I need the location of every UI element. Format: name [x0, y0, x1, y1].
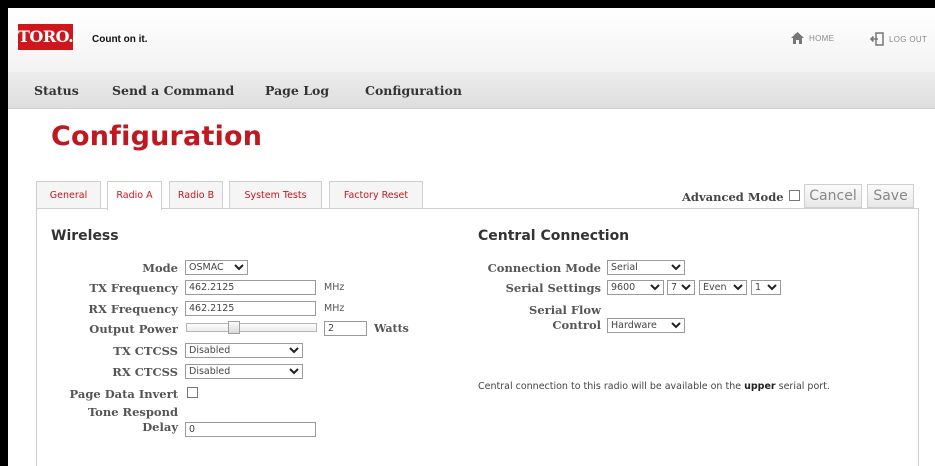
- tab-system-tests[interactable]: System Tests: [229, 181, 322, 208]
- output-power-input[interactable]: 2: [324, 321, 367, 336]
- rx-frequency-label: RX Frequency: [88, 302, 178, 316]
- mode-select-value: OSMAC: [189, 262, 224, 273]
- tab-radio-a[interactable]: Radio A: [107, 181, 162, 210]
- connection-mode-select[interactable]: Serial: [607, 260, 685, 275]
- chevron-down-icon: [289, 368, 299, 375]
- rx-ctcss-select[interactable]: Disabled: [185, 364, 303, 379]
- main-nav: Status Send a Command Page Log Configura…: [8, 72, 935, 109]
- note-text-prefix: Central connection to this radio will be…: [478, 381, 745, 392]
- tx-frequency-label: TX Frequency: [89, 281, 178, 295]
- stop-bits-select[interactable]: 1: [751, 280, 781, 295]
- save-button[interactable]: Save: [867, 184, 914, 208]
- output-power-label: Output Power: [89, 322, 178, 336]
- logout-link[interactable]: LOG OUT: [870, 32, 927, 46]
- tx-frequency-unit: MHz: [324, 282, 345, 293]
- output-power-slider-handle[interactable]: [227, 321, 240, 334]
- tab-factory-reset[interactable]: Factory Reset: [329, 181, 423, 208]
- parity-value: Even: [703, 282, 727, 293]
- serial-port-note: Central connection to this radio will be…: [478, 381, 830, 392]
- rx-ctcss-value: Disabled: [189, 366, 231, 377]
- chevron-down-icon: [767, 284, 777, 291]
- home-link[interactable]: HOME: [791, 32, 834, 44]
- output-power-slider[interactable]: [186, 323, 317, 332]
- data-bits-select[interactable]: 7: [667, 280, 695, 295]
- data-bits-value: 7: [671, 282, 678, 293]
- logout-icon: [870, 32, 884, 46]
- logout-label: LOG OUT: [889, 34, 928, 44]
- tone-respond-delay-input[interactable]: 0: [185, 422, 316, 437]
- home-label: HOME: [809, 33, 835, 43]
- tx-ctcss-select[interactable]: Disabled: [185, 343, 303, 358]
- tone-respond-delay-label-line1: Tone Respond: [87, 405, 178, 419]
- page-data-invert-label: Page Data Invert: [69, 387, 178, 401]
- home-icon: [791, 32, 804, 44]
- tx-ctcss-value: Disabled: [189, 345, 231, 356]
- serial-flow-control-select[interactable]: Hardware: [607, 318, 685, 333]
- nav-status[interactable]: Status: [34, 83, 79, 98]
- output-power-unit: Watts: [374, 322, 409, 335]
- note-text-suffix: serial port.: [775, 381, 830, 392]
- chevron-down-icon: [671, 264, 681, 271]
- rx-ctcss-label: RX CTCSS: [112, 365, 178, 379]
- rx-frequency-input[interactable]: 462.2125: [185, 301, 316, 316]
- cancel-button[interactable]: Cancel: [804, 184, 862, 208]
- connection-mode-value: Serial: [611, 262, 638, 273]
- central-connection-section-title: Central Connection: [478, 228, 630, 244]
- tab-general[interactable]: General: [36, 181, 101, 208]
- stop-bits-value: 1: [755, 282, 762, 293]
- wireless-section-title: Wireless: [51, 228, 119, 244]
- connection-mode-label: Connection Mode: [487, 261, 601, 275]
- tone-respond-delay-label-line2: Delay: [142, 420, 178, 434]
- tab-radio-b[interactable]: Radio B: [169, 181, 223, 208]
- nav-page-log[interactable]: Page Log: [265, 83, 329, 98]
- browser-viewport: TORO. Count on it. HOME LOG OUT Status S…: [8, 8, 935, 466]
- rx-frequency-unit: MHz: [324, 303, 345, 314]
- page-data-invert-checkbox[interactable]: [187, 387, 198, 398]
- mode-label: Mode: [142, 261, 178, 275]
- note-text-bold: upper: [744, 381, 776, 392]
- chevron-down-icon: [671, 322, 681, 329]
- nav-send-command[interactable]: Send a Command: [112, 83, 234, 98]
- baud-rate-select[interactable]: 9600: [607, 280, 664, 295]
- serial-flow-control-value: Hardware: [611, 320, 657, 331]
- site-header: TORO. Count on it. HOME LOG OUT: [8, 8, 935, 72]
- chevron-down-icon: [733, 284, 743, 291]
- serial-settings-label: Serial Settings: [505, 281, 601, 295]
- chevron-down-icon: [289, 347, 299, 354]
- parity-select[interactable]: Even: [699, 280, 747, 295]
- chevron-down-icon: [650, 284, 660, 291]
- mode-select[interactable]: OSMAC: [185, 260, 248, 275]
- chevron-down-icon: [681, 284, 691, 291]
- advanced-mode-checkbox[interactable]: [789, 190, 800, 201]
- baud-rate-value: 9600: [611, 282, 636, 293]
- advanced-mode-label: Advanced Mode: [682, 190, 784, 204]
- serial-flow-control-label-line1: Serial Flow: [529, 303, 601, 317]
- chevron-down-icon: [234, 264, 244, 271]
- page-title: Configuration: [51, 121, 263, 152]
- brand-tagline: Count on it.: [92, 34, 148, 45]
- tx-frequency-input[interactable]: 462.2125: [185, 280, 316, 295]
- nav-configuration[interactable]: Configuration: [365, 83, 462, 98]
- tx-ctcss-label: TX CTCSS: [113, 344, 178, 358]
- serial-flow-control-label-line2: Control: [552, 318, 601, 332]
- toro-logo: TORO.: [18, 24, 74, 50]
